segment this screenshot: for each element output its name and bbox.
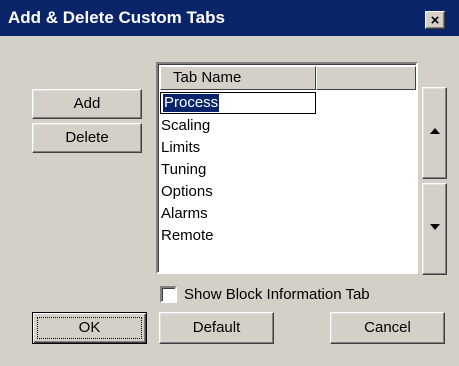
title-bar: Add & Delete Custom Tabs × bbox=[0, 0, 459, 36]
move-down-button[interactable] bbox=[422, 183, 447, 275]
close-button[interactable]: × bbox=[425, 11, 445, 29]
list-item[interactable]: Alarms bbox=[161, 203, 208, 225]
default-button-label: Default bbox=[192, 319, 241, 336]
list-item[interactable]: Scaling bbox=[161, 115, 210, 137]
ok-button[interactable]: OK bbox=[32, 312, 147, 344]
default-button[interactable]: Default bbox=[159, 312, 274, 344]
column-header-label: Tab Name bbox=[173, 69, 242, 86]
cancel-button-label: Cancel bbox=[364, 319, 411, 336]
arrow-up-icon bbox=[429, 128, 440, 134]
list-item[interactable]: Limits bbox=[161, 137, 200, 159]
arrow-down-icon bbox=[429, 224, 440, 230]
edit-field-text: Process bbox=[163, 94, 220, 112]
focus-rect bbox=[37, 317, 142, 339]
delete-button-label: Delete bbox=[65, 129, 109, 146]
column-header-empty[interactable] bbox=[316, 66, 416, 90]
close-icon: × bbox=[430, 12, 440, 29]
column-header-tab-name[interactable]: Tab Name bbox=[160, 66, 316, 90]
window-title: Add & Delete Custom Tabs bbox=[8, 8, 225, 27]
show-block-info-checkbox[interactable] bbox=[160, 286, 177, 303]
tab-name-edit-field[interactable]: Process bbox=[160, 92, 316, 114]
add-button[interactable]: Add bbox=[32, 89, 142, 119]
list-item[interactable]: Tuning bbox=[161, 159, 206, 181]
tab-name-list[interactable]: Tab Name Process Scaling Limits Tuning O… bbox=[156, 62, 418, 274]
list-item[interactable]: Options bbox=[161, 181, 213, 203]
delete-button[interactable]: Delete bbox=[32, 123, 142, 153]
move-up-button[interactable] bbox=[422, 87, 447, 179]
cancel-button[interactable]: Cancel bbox=[330, 312, 445, 344]
add-button-label: Add bbox=[73, 95, 101, 112]
list-item[interactable]: Remote bbox=[161, 225, 214, 247]
show-block-info-label: Show Block Information Tab bbox=[184, 286, 370, 303]
